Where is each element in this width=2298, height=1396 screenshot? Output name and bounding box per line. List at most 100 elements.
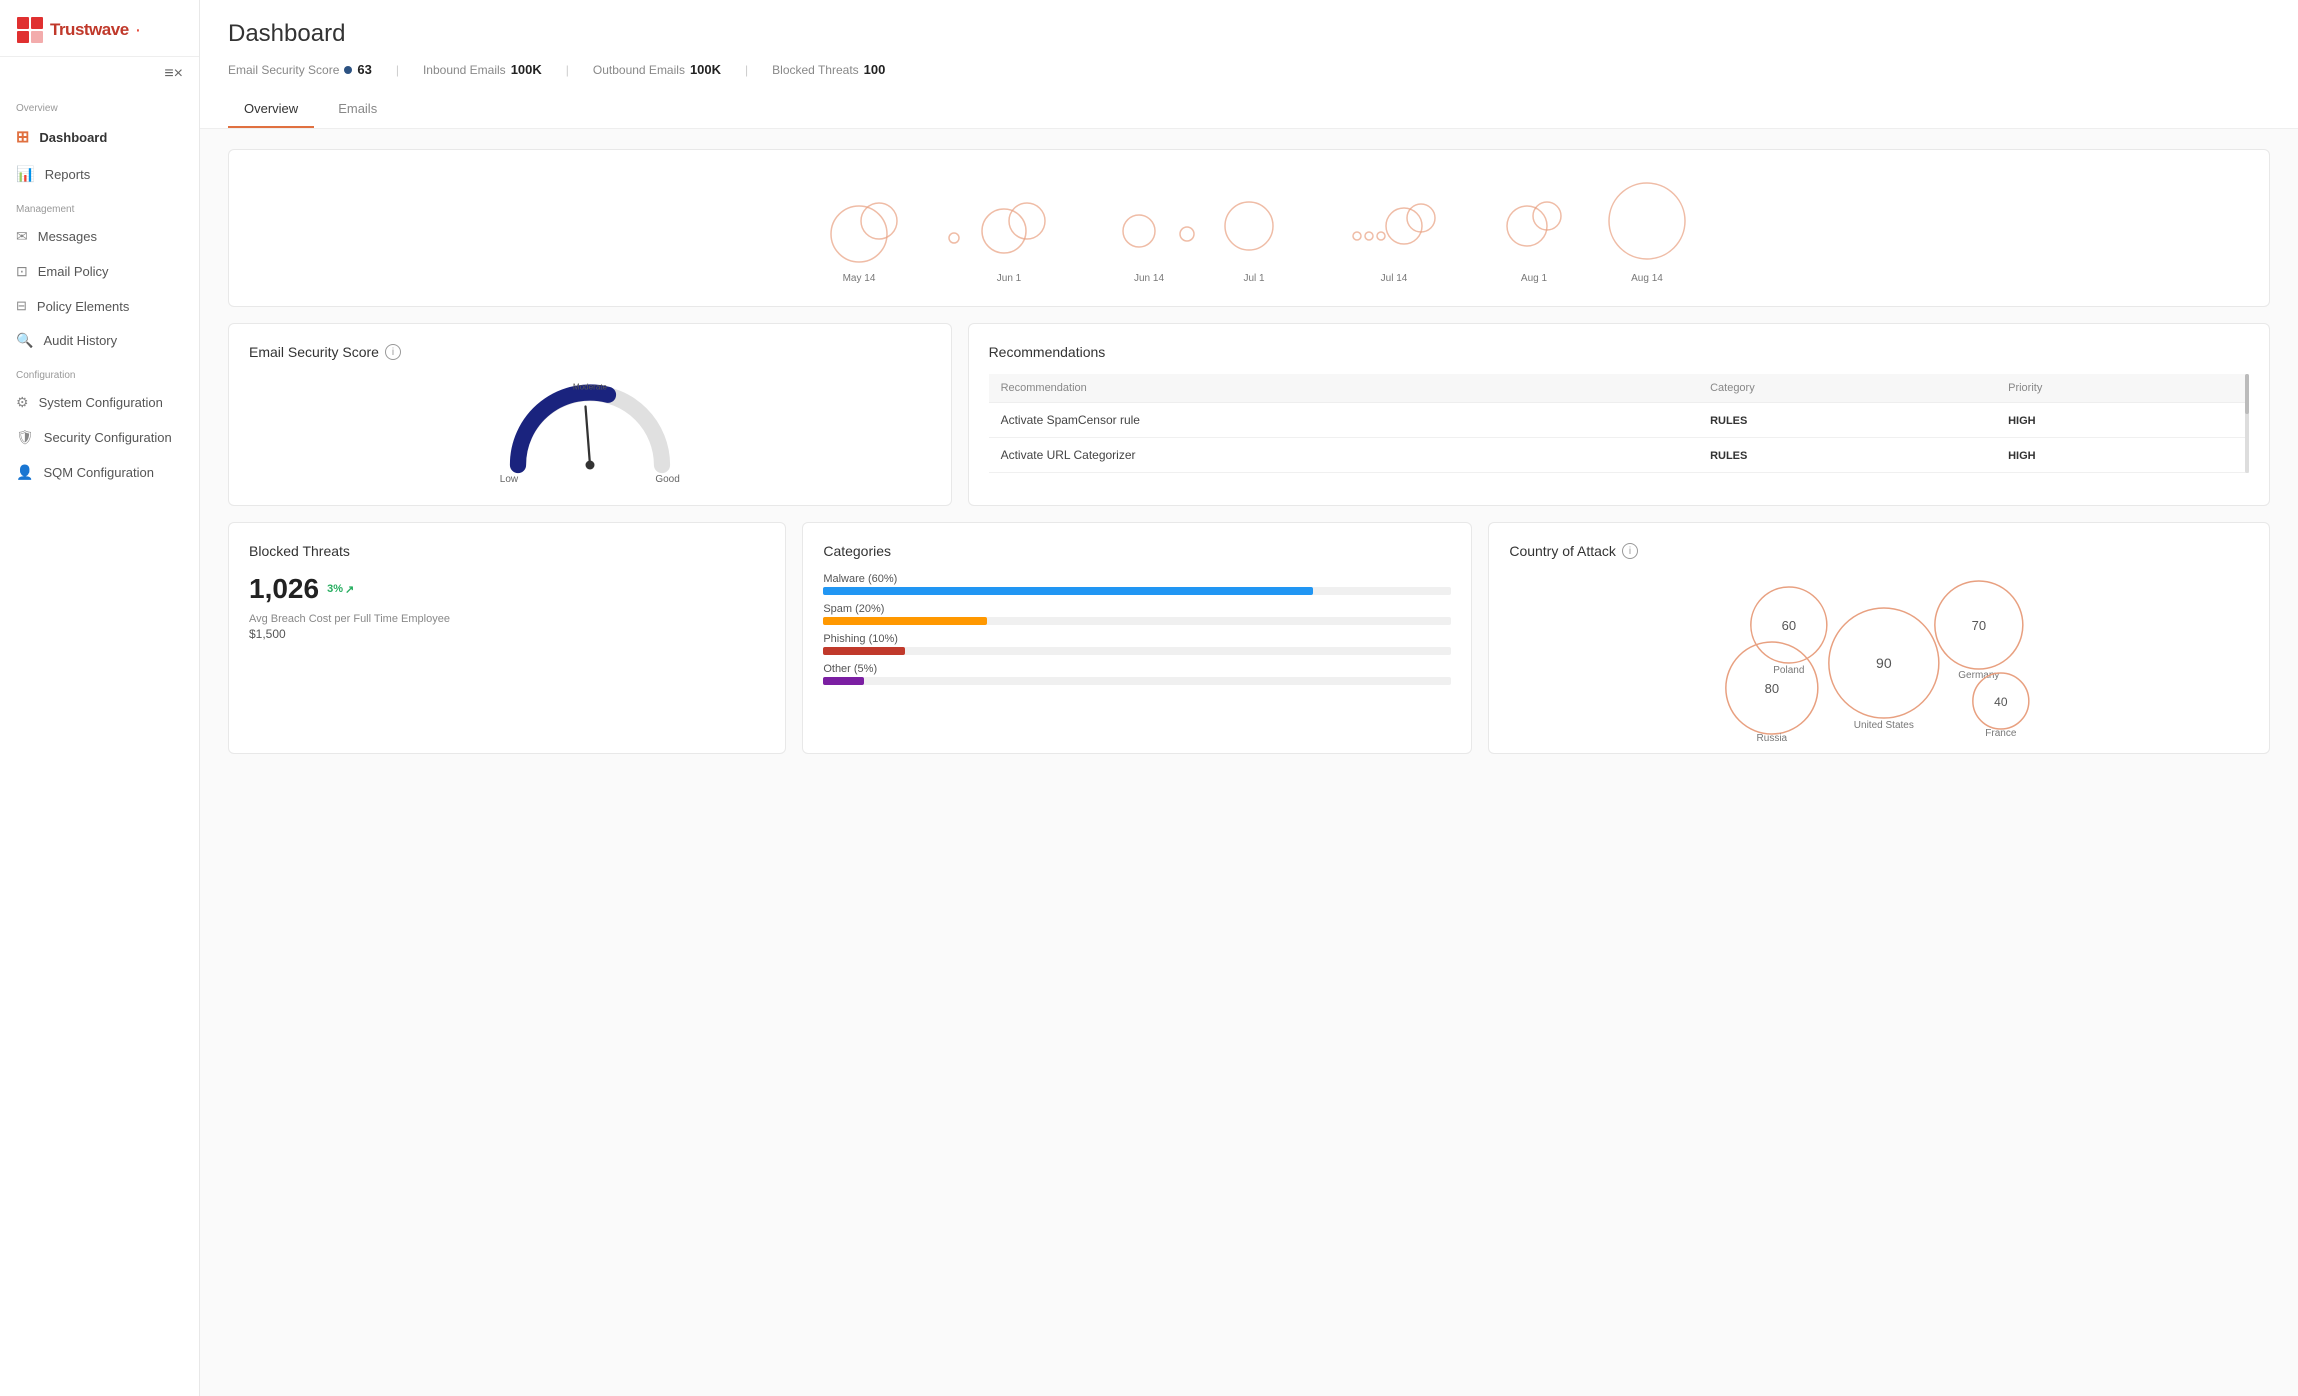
outbound-value: 100K bbox=[690, 62, 721, 77]
rec-row-1-cat: RULES bbox=[1698, 403, 1996, 438]
rec-row-1-pri: HIGH bbox=[1996, 403, 2249, 438]
sidebar-item-policy-elements[interactable]: ⊟ Policy Elements bbox=[0, 289, 199, 323]
sidebar-label-reports: Reports bbox=[45, 167, 91, 182]
inbound-value: 100K bbox=[511, 62, 542, 77]
stat-blocked-threats: Blocked Threats 100 bbox=[772, 62, 885, 77]
sidebar-item-system-config[interactable]: ⚙ System Configuration bbox=[0, 385, 199, 420]
stat-email-security-score: Email Security Score 63 bbox=[228, 62, 372, 77]
bt-title-text: Blocked Threats bbox=[249, 543, 350, 559]
bt-number: 1,026 3% ↗ bbox=[249, 573, 765, 605]
table-row: Activate SpamCensor rule RULES HIGH bbox=[989, 403, 2249, 438]
rec-row-1-name: Activate SpamCensor rule bbox=[989, 403, 1699, 438]
sidebar-item-messages[interactable]: ✉ Messages bbox=[0, 219, 199, 254]
sidebar-item-security-config[interactable]: 🛡 Security Configuration bbox=[0, 420, 199, 455]
cat-title-text: Categories bbox=[823, 543, 891, 559]
cat-label: Other (5%) bbox=[823, 663, 1451, 675]
rec-table-container: Recommendation Category Priority Activat… bbox=[989, 374, 2249, 473]
rec-table-body: Activate SpamCensor rule RULES HIGH Acti… bbox=[989, 403, 2249, 473]
svg-text:Poland: Poland bbox=[1774, 665, 1805, 676]
sidebar-label-policy-elements: Policy Elements bbox=[37, 299, 129, 314]
email-policy-icon: ⊡ bbox=[16, 263, 28, 280]
bt-trend-value: 3% bbox=[327, 583, 343, 595]
bt-value: 100 bbox=[864, 62, 886, 77]
sidebar-item-sqm-config[interactable]: 👤 SQM Configuration bbox=[0, 455, 199, 490]
table-row: Activate URL Categorizer RULES HIGH bbox=[989, 438, 2249, 473]
reports-icon: 📊 bbox=[16, 165, 35, 183]
cat-bar-bg bbox=[823, 617, 1451, 625]
ess-info-icon[interactable]: i bbox=[385, 344, 401, 360]
blocked-threats-card: Blocked Threats 1,026 3% ↗ Avg Breach Co… bbox=[228, 522, 786, 754]
cat-bar-bg bbox=[823, 647, 1451, 655]
main-tabs: Overview Emails bbox=[228, 93, 2270, 128]
gauge-label-good: Good bbox=[655, 474, 679, 485]
ess-title-text: Email Security Score bbox=[249, 344, 379, 360]
ess-dot bbox=[344, 66, 352, 74]
main-header: Dashboard Email Security Score 63 | Inbo… bbox=[200, 0, 2298, 129]
coa-title-text: Country of Attack bbox=[1509, 543, 1616, 559]
middle-row: Email Security Score i Moderate bbox=[228, 323, 2270, 506]
logo: Trustwave · bbox=[0, 0, 199, 57]
cat-bar bbox=[823, 617, 986, 625]
gauge-container: Moderate Low Good bbox=[249, 374, 931, 485]
svg-text:40: 40 bbox=[1994, 695, 2008, 709]
coa-info-icon[interactable]: i bbox=[1622, 543, 1638, 559]
country-attack-card: Country of Attack i 60 Poland 80 Russia bbox=[1488, 522, 2270, 754]
sidebar-item-reports[interactable]: 📊 Reports bbox=[0, 156, 199, 192]
ess-card-title: Email Security Score i bbox=[249, 344, 931, 360]
menu-toggle[interactable]: ≡× bbox=[0, 57, 199, 91]
stat-inbound: Inbound Emails 100K bbox=[423, 62, 542, 77]
svg-text:Jun 14: Jun 14 bbox=[1134, 273, 1164, 284]
bubble-timeline-card: May 14 Jun 1 Jun 14 Jul 1 Jul 14 Aug 1 A… bbox=[228, 149, 2270, 307]
sidebar-item-dashboard[interactable]: ⊞ Dashboard bbox=[0, 118, 199, 156]
stat-label-inbound: Inbound Emails bbox=[423, 63, 506, 77]
timeline-svg: May 14 Jun 1 Jun 14 Jul 1 Jul 14 Aug 1 A… bbox=[249, 166, 2249, 286]
tab-emails[interactable]: Emails bbox=[322, 93, 393, 128]
rec-col-recommendation: Recommendation bbox=[989, 374, 1699, 403]
sidebar-item-audit-history[interactable]: 🔍 Audit History bbox=[0, 323, 199, 358]
audit-history-icon: 🔍 bbox=[16, 332, 33, 349]
system-config-icon: ⚙ bbox=[16, 394, 29, 411]
scroll-thumb bbox=[2245, 374, 2249, 414]
gauge-svg: Moderate bbox=[500, 374, 680, 484]
gauge-label-low: Low bbox=[500, 474, 518, 485]
security-config-icon: 🛡 bbox=[16, 429, 34, 446]
trend-arrow-icon: ↗ bbox=[345, 583, 354, 596]
bt-cost: $1,500 bbox=[249, 627, 765, 641]
sidebar-label-system-config: System Configuration bbox=[39, 395, 163, 410]
rec-table-head: Recommendation Category Priority bbox=[989, 374, 2249, 403]
sidebar-item-email-policy[interactable]: ⊡ Email Policy bbox=[0, 254, 199, 289]
logo-dot: · bbox=[135, 19, 142, 42]
category-item: Other (5%) bbox=[823, 663, 1451, 685]
svg-text:Germany: Germany bbox=[1959, 670, 2000, 681]
rec-table: Recommendation Category Priority Activat… bbox=[989, 374, 2249, 473]
cat-bar-bg bbox=[823, 677, 1451, 685]
rec-row-2-name: Activate URL Categorizer bbox=[989, 438, 1699, 473]
sidebar-label-messages: Messages bbox=[38, 229, 97, 244]
svg-text:France: France bbox=[1986, 728, 2018, 739]
email-security-score-card: Email Security Score i Moderate bbox=[228, 323, 952, 506]
tab-overview[interactable]: Overview bbox=[228, 93, 314, 128]
cat-bar bbox=[823, 647, 905, 655]
svg-text:90: 90 bbox=[1876, 655, 1892, 671]
svg-text:Aug 1: Aug 1 bbox=[1521, 273, 1548, 284]
cat-label: Malware (60%) bbox=[823, 573, 1451, 585]
sidebar: Trustwave · ≡× Overview ⊞ Dashboard 📊 Re… bbox=[0, 0, 200, 1396]
country-chart: 60 Poland 80 Russia 90 United States 70 bbox=[1509, 573, 2249, 733]
svg-text:Jul 14: Jul 14 bbox=[1381, 273, 1408, 284]
svg-text:United States: United States bbox=[1854, 720, 1914, 731]
rec-title-text: Recommendations bbox=[989, 344, 1106, 360]
cat-bar-bg bbox=[823, 587, 1451, 595]
svg-text:60: 60 bbox=[1782, 618, 1796, 633]
category-item: Phishing (10%) bbox=[823, 633, 1451, 655]
header-stats: Email Security Score 63 | Inbound Emails… bbox=[228, 56, 2270, 89]
stat-label-bt: Blocked Threats bbox=[772, 63, 859, 77]
policy-elements-icon: ⊟ bbox=[16, 298, 27, 314]
bubble-timeline: May 14 Jun 1 Jun 14 Jul 1 Jul 14 Aug 1 A… bbox=[249, 166, 2249, 296]
rec-header-row: Recommendation Category Priority bbox=[989, 374, 2249, 403]
sidebar-label-audit-history: Audit History bbox=[43, 333, 117, 348]
section-label-management: Management bbox=[0, 192, 199, 219]
svg-text:May 14: May 14 bbox=[843, 273, 876, 284]
country-svg: 60 Poland 80 Russia 90 United States 70 bbox=[1509, 573, 2249, 743]
scroll-indicator bbox=[2245, 374, 2249, 473]
category-item: Spam (20%) bbox=[823, 603, 1451, 625]
